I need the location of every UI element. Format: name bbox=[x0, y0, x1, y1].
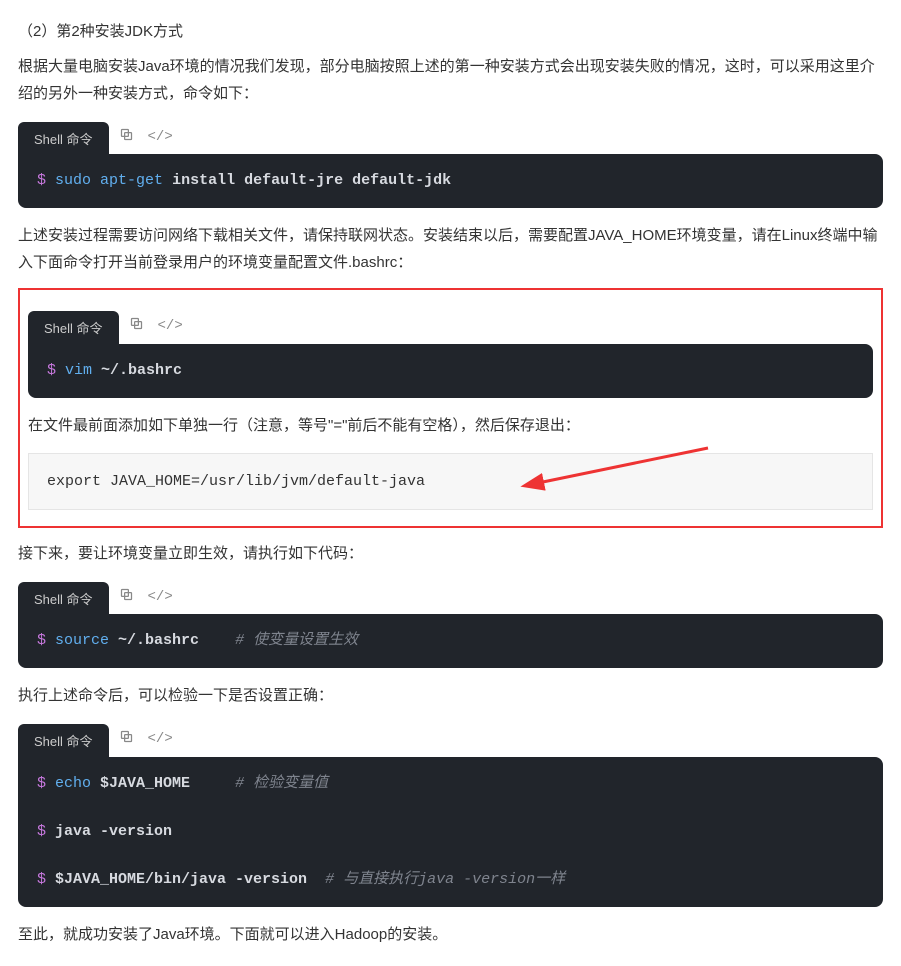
paragraph: 上述安装过程需要访问网络下载相关文件，请保持联网状态。安装结束以后，需要配置JA… bbox=[18, 222, 883, 276]
command-args: install default-jre default-jdk bbox=[172, 172, 451, 189]
command-args: java -version bbox=[55, 823, 172, 840]
code-view-icon[interactable]: </> bbox=[148, 727, 173, 752]
command-keyword: echo bbox=[55, 775, 91, 792]
prompt: $ bbox=[37, 823, 55, 840]
command-keyword: sudo bbox=[55, 172, 91, 189]
code-tab-label: Shell 命令 bbox=[18, 582, 109, 615]
copy-icon[interactable] bbox=[119, 727, 134, 752]
prompt: $ bbox=[37, 632, 55, 649]
copy-icon[interactable] bbox=[129, 314, 144, 339]
prompt: $ bbox=[47, 362, 65, 379]
paragraph: 接下来，要让环境变量立即生效，请执行如下代码： bbox=[18, 540, 883, 567]
code-comment: # 使变量设置生效 bbox=[199, 632, 358, 649]
command-args: ~/.bashrc bbox=[118, 632, 199, 649]
code-block: Shell 命令 </> $ source ~/.bashrc # 使变量设置生… bbox=[18, 581, 883, 668]
command-keyword: apt-get bbox=[100, 172, 163, 189]
code-block: Shell 命令 </> $ sudo apt-get install defa… bbox=[18, 121, 883, 208]
copy-icon[interactable] bbox=[119, 125, 134, 150]
prompt: $ bbox=[37, 775, 55, 792]
plain-code-block: export JAVA_HOME=/usr/lib/jvm/default-ja… bbox=[28, 453, 873, 510]
code-body: $ source ~/.bashrc # 使变量设置生效 bbox=[18, 614, 883, 668]
code-comment: # 与直接执行java -version一样 bbox=[307, 871, 565, 888]
code-tab-label: Shell 命令 bbox=[18, 724, 109, 757]
copy-icon[interactable] bbox=[119, 585, 134, 610]
code-block: Shell 命令 </> $ vim ~/.bashrc bbox=[28, 310, 873, 397]
code-view-icon[interactable]: </> bbox=[158, 314, 183, 339]
prompt: $ bbox=[37, 172, 55, 189]
code-tab-label: Shell 命令 bbox=[18, 122, 109, 155]
highlight-box: Shell 命令 </> $ vim ~/.bashrc 在文件最前面添加如下单… bbox=[18, 288, 883, 527]
code-body: $ vim ~/.bashrc bbox=[28, 344, 873, 398]
code-block: Shell 命令 </> $ echo $JAVA_HOME # 检验变量值 $… bbox=[18, 723, 883, 906]
command-keyword: vim bbox=[65, 362, 92, 379]
code-comment: # 检验变量值 bbox=[190, 775, 328, 792]
paragraph: 在文件最前面添加如下单独一行（注意，等号"="前后不能有空格），然后保存退出： bbox=[28, 412, 873, 439]
paragraph: 根据大量电脑安装Java环境的情况我们发现，部分电脑按照上述的第一种安装方式会出… bbox=[18, 53, 883, 107]
code-body: $ echo $JAVA_HOME # 检验变量值 $ java -versio… bbox=[18, 757, 883, 907]
command-keyword: source bbox=[55, 632, 109, 649]
command-args: ~/.bashrc bbox=[101, 362, 182, 379]
code-view-icon[interactable]: </> bbox=[148, 125, 173, 150]
prompt: $ bbox=[37, 871, 55, 888]
code-view-icon[interactable]: </> bbox=[148, 585, 173, 610]
paragraph: 执行上述命令后，可以检验一下是否设置正确： bbox=[18, 682, 883, 709]
command-args: $JAVA_HOME bbox=[100, 775, 190, 792]
code-tab-label: Shell 命令 bbox=[28, 311, 119, 344]
code-body: $ sudo apt-get install default-jre defau… bbox=[18, 154, 883, 208]
command-args: $JAVA_HOME/bin/java -version bbox=[55, 871, 307, 888]
paragraph: 至此，就成功安装了Java环境。下面就可以进入Hadoop的安装。 bbox=[18, 921, 883, 948]
section-heading: （2）第2种安装JDK方式 bbox=[18, 18, 883, 45]
